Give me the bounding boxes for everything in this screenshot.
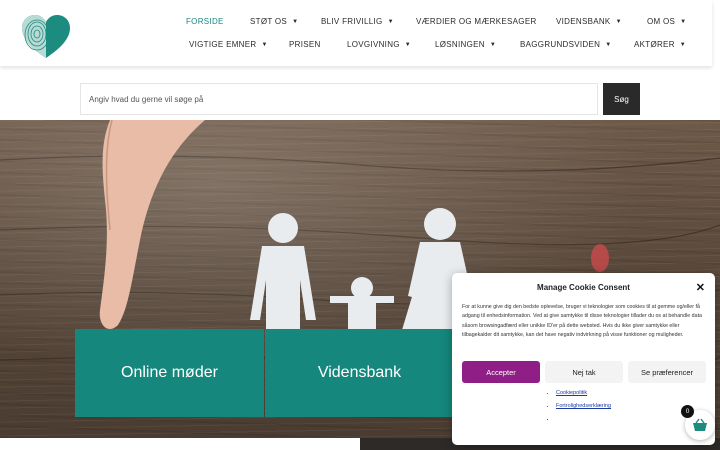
nav-item-bliv-frivillig[interactable]: BLIV FRIVILLIG ▼ — [321, 17, 394, 26]
nav-item-vigtige-emner[interactable]: VIGTIGE EMNER ▼ — [189, 40, 268, 49]
nav-item-stoet-os[interactable]: STØT OS ▼ — [250, 17, 298, 26]
search-input[interactable] — [80, 83, 598, 115]
cookie-links: Cookiepolitik Fortrolighedserklæring — [556, 390, 611, 429]
site-header: FORSIDE STØT OS ▼ BLIV FRIVILLIG ▼ VÆRDIER… — [0, 0, 712, 66]
chevron-down-icon: ▼ — [489, 42, 497, 48]
chevron-down-icon: ▼ — [292, 19, 299, 25]
tile-label: Online møder — [121, 364, 218, 381]
privacy-statement-link[interactable]: Fortrolighedserklæring — [556, 403, 611, 409]
chevron-down-icon: ▼ — [261, 42, 268, 48]
nav-item-baggrundsviden[interactable]: BAGGRUNDSVIDEN ▼ — [520, 40, 611, 49]
logo-icon[interactable] — [20, 14, 72, 60]
chevron-down-icon: ▼ — [387, 19, 394, 25]
basket-icon — [693, 418, 707, 431]
close-icon[interactable]: ✕ — [696, 281, 705, 294]
tile-label: Vidensbank — [317, 364, 402, 381]
accept-cookies-button[interactable]: Accepter — [462, 361, 540, 383]
cookie-dialog-title: Manage Cookie Consent — [537, 283, 630, 292]
empty-link-item — [556, 416, 611, 422]
nav-item-lovgivning[interactable]: LOVGIVNING ▼ — [347, 40, 411, 49]
nav-item-om-os[interactable]: OM OS ▼ — [647, 17, 686, 26]
nav-item-vaerdier[interactable]: VÆRDIER OG MÆRKESAGER — [416, 17, 537, 26]
preferences-button[interactable]: Se præferencer — [628, 361, 706, 383]
nav-item-loesningen[interactable]: LØSNINGEN ▼ — [435, 40, 496, 49]
deny-cookies-button[interactable]: Nej tak — [545, 361, 623, 383]
chevron-down-icon: ▼ — [680, 19, 687, 25]
nav-item-prisen[interactable]: PRISEN — [289, 40, 321, 49]
nav-item-forside[interactable]: FORSIDE — [186, 17, 224, 26]
chevron-down-icon: ▼ — [615, 19, 622, 25]
cookie-policy-link[interactable]: Cookiepolitik — [556, 390, 611, 396]
vidensbank-tile[interactable]: Vidensbank — [265, 329, 454, 417]
cart-count-badge: 0 — [681, 405, 694, 418]
cookie-dialog-text: For at kunne give dig den bedste oplevel… — [462, 304, 702, 339]
nav-item-aktoerer[interactable]: AKTØRER ▼ — [634, 40, 686, 49]
online-meetings-tile[interactable]: Online møder — [75, 329, 264, 417]
nav-item-vidensbank[interactable]: VIDENSBANK ▼ — [556, 17, 622, 26]
search-button[interactable]: Søg — [603, 83, 640, 115]
chevron-down-icon: ▼ — [605, 42, 612, 48]
chevron-down-icon: ▼ — [404, 42, 412, 48]
chevron-down-icon: ▼ — [679, 42, 687, 48]
